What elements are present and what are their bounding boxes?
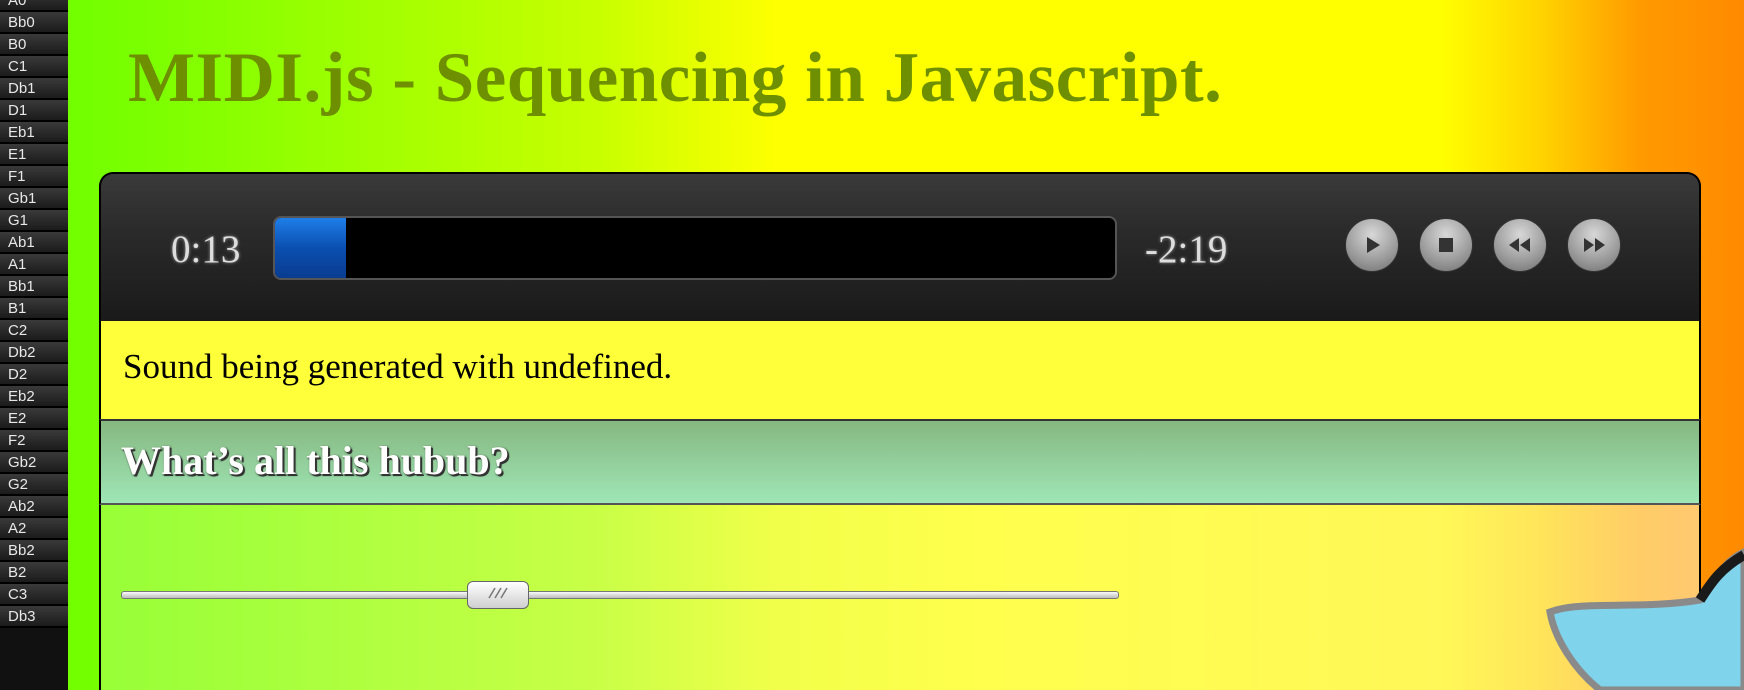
status-text: Sound being generated with undefined.: [123, 347, 673, 386]
piano-key[interactable]: F2: [0, 430, 68, 452]
remaining-time: -2:19: [1145, 228, 1228, 271]
slider-track[interactable]: [121, 591, 1119, 599]
piano-key[interactable]: Eb1: [0, 122, 68, 144]
piano-key[interactable]: F1: [0, 166, 68, 188]
piano-key[interactable]: E1: [0, 144, 68, 166]
piano-key[interactable]: Db2: [0, 342, 68, 364]
piano-key[interactable]: A2: [0, 518, 68, 540]
piano-key[interactable]: Gb2: [0, 452, 68, 474]
piano-key[interactable]: A1: [0, 254, 68, 276]
status-panel: Sound being generated with undefined.: [99, 321, 1701, 419]
piano-key-list: A0 Bb0 B0 C1 Db1 D1 Eb1 E1 F1 Gb1 G1 Ab1 A1 Bb1 B1 C2 Db…: [0, 0, 68, 690]
midi-player: 0:13 -2:19: [99, 172, 1701, 321]
piano-key[interactable]: Ab1: [0, 232, 68, 254]
piano-key[interactable]: Eb2: [0, 386, 68, 408]
piano-key[interactable]: B1: [0, 298, 68, 320]
piano-key[interactable]: C1: [0, 56, 68, 78]
section-header: What’s all this hubub?: [99, 419, 1701, 505]
piano-key[interactable]: Ab2: [0, 496, 68, 518]
fast-forward-button[interactable]: [1567, 218, 1621, 272]
page-title: MIDI.js - Sequencing in Javascript.: [128, 39, 1223, 117]
piano-key[interactable]: D1: [0, 100, 68, 122]
progress-bar[interactable]: [273, 216, 1117, 280]
fast-forward-icon: [1581, 234, 1607, 256]
piano-key[interactable]: Db1: [0, 78, 68, 100]
piano-key[interactable]: C2: [0, 320, 68, 342]
play-icon: [1361, 234, 1383, 256]
blue-blob-decoration: [1546, 548, 1744, 690]
progress-fill: [275, 218, 347, 278]
elapsed-time: 0:13: [171, 228, 241, 271]
piano-key[interactable]: Db3: [0, 606, 68, 628]
piano-key[interactable]: B0: [0, 34, 68, 56]
piano-key[interactable]: Gb1: [0, 188, 68, 210]
piano-key[interactable]: D2: [0, 364, 68, 386]
rewind-button[interactable]: [1493, 218, 1547, 272]
rewind-icon: [1507, 234, 1533, 256]
piano-key[interactable]: G2: [0, 474, 68, 496]
piano-key[interactable]: Bb0: [0, 12, 68, 34]
piano-key[interactable]: E2: [0, 408, 68, 430]
piano-key[interactable]: Bb2: [0, 540, 68, 562]
piano-key[interactable]: Bb1: [0, 276, 68, 298]
piano-key[interactable]: G1: [0, 210, 68, 232]
grip-icon: [483, 586, 513, 605]
piano-key[interactable]: A0: [0, 0, 68, 12]
stop-button[interactable]: [1419, 218, 1473, 272]
piano-key[interactable]: C3: [0, 584, 68, 606]
piano-key[interactable]: B2: [0, 562, 68, 584]
play-button[interactable]: [1345, 218, 1399, 272]
stop-icon: [1435, 234, 1457, 256]
section-title: What’s all this hubub?: [121, 438, 510, 483]
slider-handle[interactable]: [467, 581, 530, 609]
content-panel: [99, 505, 1701, 690]
